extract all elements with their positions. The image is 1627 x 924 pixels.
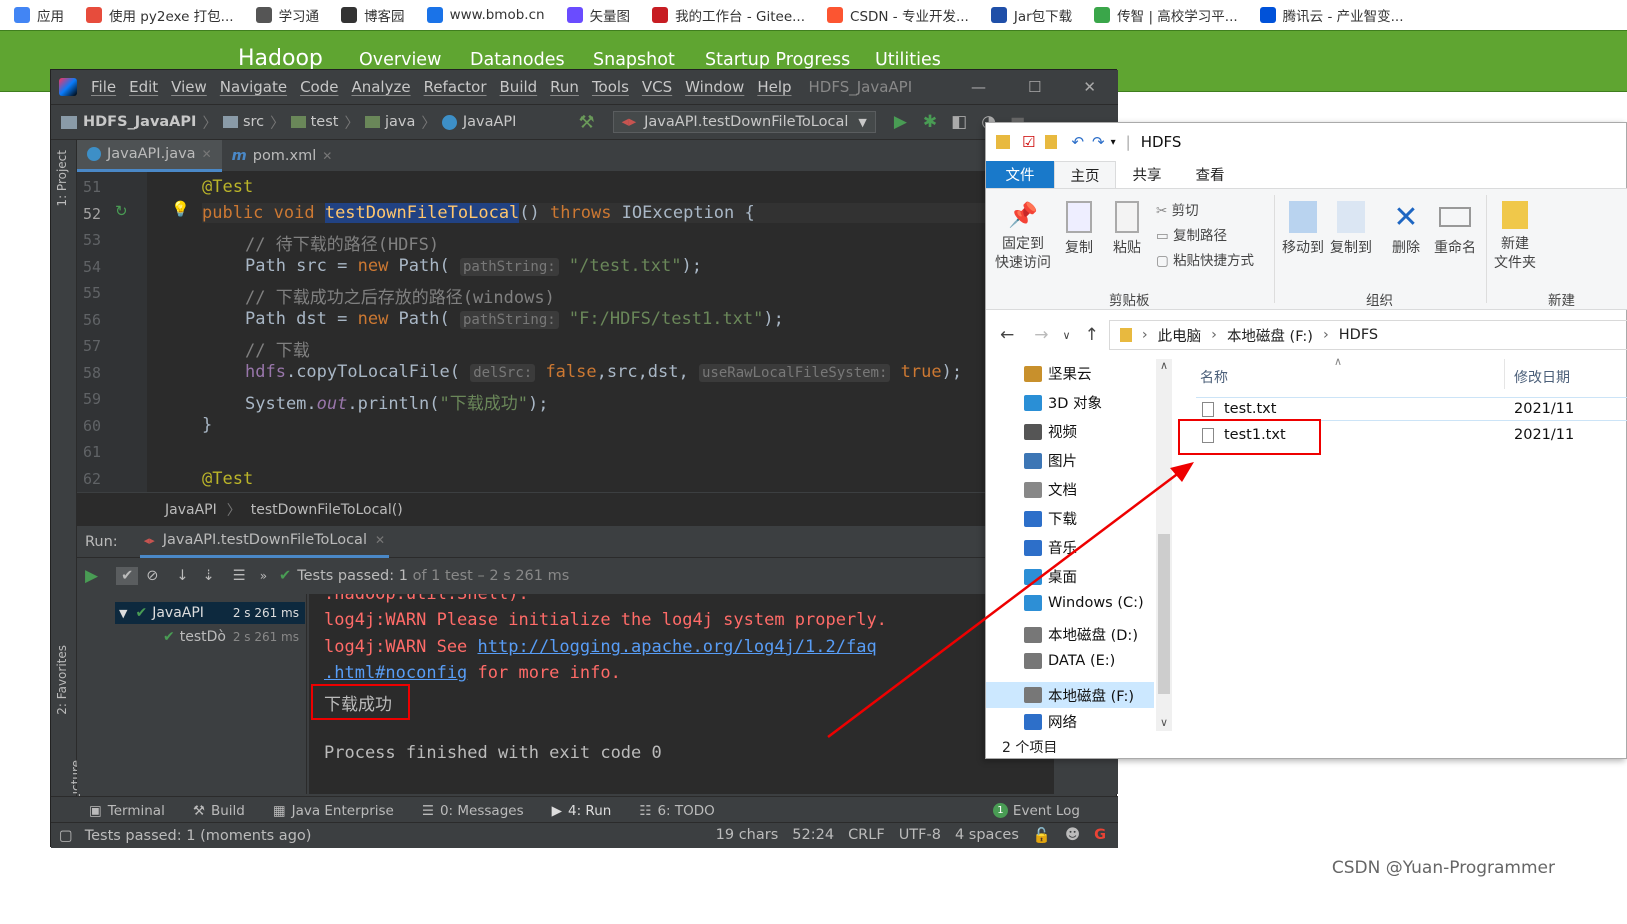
watermark: CSDN @Yuan-Programmer (1331, 858, 1555, 878)
annotation-arrow (827, 462, 1194, 738)
